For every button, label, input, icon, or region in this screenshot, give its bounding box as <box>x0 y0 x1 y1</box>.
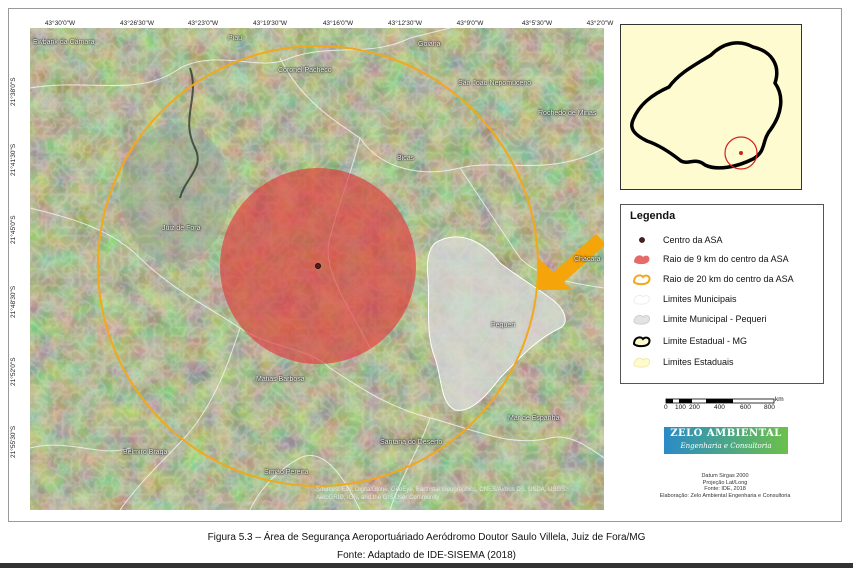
zelo-logo: ZELO AMBIENTAL Engenharia e Consultoria <box>664 427 788 454</box>
place-label: Chácara <box>574 256 601 263</box>
top-coord-label: 43°9'0"W <box>456 20 484 27</box>
legend-label: Limites Municipais <box>663 294 737 304</box>
datum-info: Datum Sirgas 2000 Projeção Lat/Long Font… <box>640 473 810 499</box>
logo-line-2: Engenharia e Consultoria <box>680 442 772 450</box>
top-coord-label: 43°30'0"W <box>44 20 76 27</box>
legend-item-center: Centro da ASA <box>631 233 723 247</box>
scale-label: 100 <box>675 404 686 411</box>
top-coord-label: 43°2'0"W <box>586 20 614 27</box>
legend-label: Limite Municipal - Pequeri <box>663 314 767 324</box>
place-label: Belmiro Braga <box>123 449 168 456</box>
inset-map-graphics <box>630 41 783 170</box>
legend-item-states: Limites Estaduais <box>631 355 734 369</box>
left-coord-label: 21°48'30"S <box>10 285 17 318</box>
inset-location-point <box>739 151 743 155</box>
bottom-bar <box>0 563 853 568</box>
map-legend: Legenda Centro da ASA Raio de 9 km do ce… <box>620 204 824 384</box>
mg-state-outline <box>630 41 783 170</box>
place-label: Ewbank da Câmara <box>33 39 95 46</box>
place-label: Piau <box>228 35 243 42</box>
legend-title: Legenda <box>630 210 676 222</box>
place-label: Pequeri <box>491 322 516 329</box>
orange-ring-icon <box>631 272 653 286</box>
top-coord-label: 43°16'0"W <box>322 20 354 27</box>
inset-map[interactable] <box>620 24 802 190</box>
place-label: Rochedo de Minas <box>538 110 597 117</box>
top-coord-label: 43°12'30"W <box>388 20 422 27</box>
legend-item-state-mg: Limite Estadual - MG <box>631 334 747 348</box>
left-coord-label: 21°45'0"S <box>10 215 17 244</box>
map-credits: Sources: Esri, DigitalGlobe, GeoEye, Ear… <box>316 487 567 501</box>
scale-label: 800 <box>764 404 775 411</box>
legend-label: Raio de 9 km do centro da ASA <box>663 254 789 264</box>
figure-source: Fonte: Adaptado de IDE-SISEMA (2018) <box>337 550 516 561</box>
top-coord-label: 43°26'30"W <box>120 20 154 27</box>
legend-label: Limite Estadual - MG <box>663 336 748 346</box>
asa-center-point[interactable] <box>314 262 321 269</box>
place-label: São João Nepomuceno <box>458 80 532 87</box>
figure-caption: Figura 5.3 – Área de Segurança Aeroportu… <box>207 532 646 543</box>
place-label: Bicas <box>397 155 415 162</box>
grey-area-icon <box>631 312 653 326</box>
yellow-area-icon <box>631 355 653 369</box>
datum-line: Elaboração: Zelo Ambiental Engenharia e … <box>659 492 791 499</box>
left-coord-label: 21°52'0"S <box>10 357 17 386</box>
legend-item-pequeri: Limite Municipal - Pequeri <box>631 312 767 326</box>
red-area-icon <box>631 252 653 266</box>
place-label: Santana do Deserto <box>380 439 443 446</box>
scale-label: 400 <box>714 404 725 411</box>
place-label: Mar de Espanha <box>508 415 560 422</box>
place-label: Goianá <box>418 41 441 48</box>
left-coord-label: 21°55'30"S <box>10 425 17 458</box>
top-coord-label: 43°23'0"W <box>187 20 219 27</box>
scale-label: 200 <box>689 404 700 411</box>
scale-unit: km <box>775 396 784 403</box>
place-label: Coronel Pacheco <box>278 67 332 74</box>
logo-line-1: ZELO AMBIENTAL <box>670 428 782 439</box>
satellite-map[interactable]: Ewbank da Câmara Piau Goianá Coronel Pac… <box>30 28 604 510</box>
place-label: Simão Pereira <box>264 469 309 476</box>
scale-label: 0 <box>664 404 668 411</box>
legend-label: Raio de 20 km do centro da ASA <box>663 274 794 284</box>
place-label: Matias Barbosa <box>256 376 305 383</box>
left-coord-label: 21°41'30"S <box>10 143 17 176</box>
top-coord-label: 43°19'30"W <box>253 20 287 27</box>
scale-bar: 0 100 200 400 600 800 km <box>664 392 784 422</box>
white-line-icon <box>631 292 653 306</box>
top-coord-label: 43°5'30"W <box>521 20 553 27</box>
place-label: Juiz de Fora <box>162 225 201 232</box>
urban-area <box>120 123 230 263</box>
center-point-icon <box>631 233 653 247</box>
black-outline-icon <box>631 334 653 348</box>
scale-label: 600 <box>740 404 751 411</box>
legend-item-municipal: Limites Municipais <box>631 292 737 306</box>
legend-item-20km: Raio de 20 km do centro da ASA <box>631 272 794 286</box>
left-coord-label: 21°38'0"S <box>10 77 17 106</box>
legend-item-9km: Raio de 9 km do centro da ASA <box>631 252 789 266</box>
legend-label: Centro da ASA <box>663 235 723 245</box>
legend-label: Limites Estaduais <box>663 357 734 367</box>
map-graphics <box>30 28 604 510</box>
